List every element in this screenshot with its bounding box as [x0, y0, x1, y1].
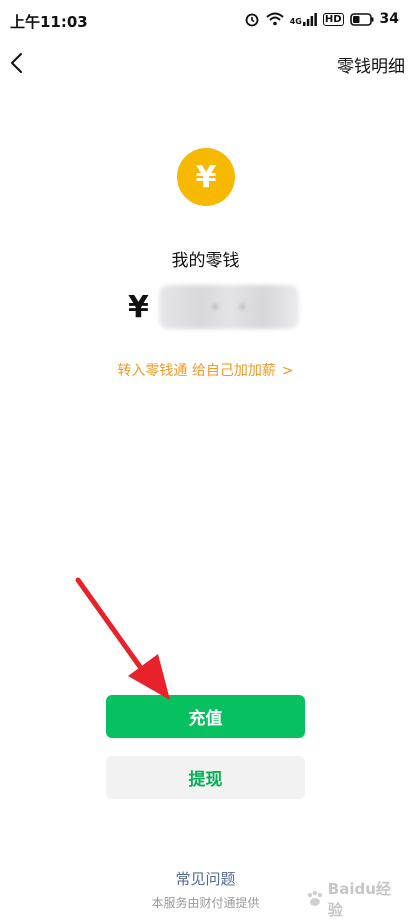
network-label: 4G	[289, 16, 302, 26]
watermark-text: Baidu经验	[327, 880, 391, 919]
balance-amount: ¥ · ·	[128, 283, 299, 331]
recharge-button[interactable]: 充值	[106, 695, 305, 738]
chevron-right-icon: >	[281, 363, 294, 379]
promo-link[interactable]: 转入零钱通 给自己加加薪 >	[0, 360, 411, 380]
alarm-icon	[245, 13, 259, 27]
yen-coin-icon: ¥	[177, 148, 235, 206]
battery-icon	[349, 12, 374, 26]
currency-symbol: ¥	[128, 289, 149, 325]
balance-title: 我的零钱	[171, 251, 240, 271]
wifi-icon	[266, 12, 284, 26]
balance-detail-link[interactable]: 零钱明细	[337, 52, 405, 77]
paw-icon	[307, 890, 322, 906]
network-type-icon: 4G	[289, 12, 317, 26]
status-time: 上午11:03	[10, 13, 88, 31]
baidu-watermark: Baidu经验	[305, 880, 405, 919]
battery-level: 34	[379, 11, 399, 27]
promo-text: 转入零钱通 给自己加加薪	[117, 363, 276, 379]
blurred-amount: · ·	[158, 285, 299, 329]
nav-header: 零钱明细	[0, 40, 411, 86]
status-icons: 4G HD 34	[244, 11, 399, 27]
status-bar: 上午11:03 4G HD 34	[0, 0, 411, 40]
withdraw-button[interactable]: 提现	[106, 756, 305, 799]
hd-icon: HD	[322, 12, 344, 26]
back-button[interactable]	[2, 48, 32, 78]
chevron-left-icon	[11, 53, 22, 73]
